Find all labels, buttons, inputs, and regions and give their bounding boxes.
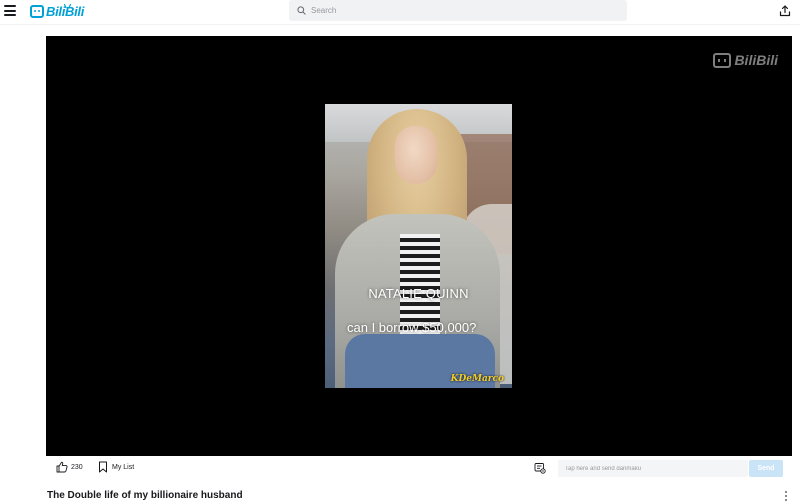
share-icon[interactable] xyxy=(779,5,791,17)
my-list-label: My List xyxy=(112,463,135,471)
frame-face xyxy=(395,126,437,184)
menu-icon[interactable] xyxy=(4,5,16,17)
watermark-text: BiliBili xyxy=(734,52,778,68)
video-player[interactable]: BiliBili NATALIE QUINN can I borrow $50,… xyxy=(46,36,792,456)
tv-icon xyxy=(30,5,44,18)
subtitle-name: NATALIE QUINN xyxy=(368,286,469,301)
like-button[interactable]: 230 xyxy=(56,461,83,473)
thumbs-up-icon xyxy=(56,461,68,473)
search-icon xyxy=(297,6,306,15)
bookmark-icon xyxy=(99,461,107,473)
frame-striped-shirt xyxy=(400,234,440,334)
danmaku-input[interactable] xyxy=(558,460,748,477)
top-header: BiliBili xyxy=(0,0,800,25)
watermark-tv-icon xyxy=(713,52,732,68)
player-watermark: BiliBili xyxy=(713,52,778,68)
video-title: The Double life of my billionaire husban… xyxy=(47,490,243,501)
subtitle-line: can I borrow $50,000? xyxy=(347,320,477,335)
logo-ears-icon xyxy=(63,4,72,8)
video-frame[interactable]: NATALIE QUINN can I borrow $50,000? KDeM… xyxy=(325,104,512,388)
send-button[interactable]: Send xyxy=(749,460,783,477)
bilibili-logo[interactable]: BiliBili xyxy=(30,3,84,20)
action-bar: 230 My List Send xyxy=(46,456,792,480)
channel-watermark: KDeMarco xyxy=(450,374,504,384)
like-count: 230 xyxy=(71,463,83,471)
my-list-button[interactable]: My List xyxy=(98,461,134,473)
danmaku-settings-icon[interactable] xyxy=(534,462,546,474)
search-input[interactable] xyxy=(311,6,611,15)
more-options-icon[interactable] xyxy=(783,491,789,502)
search-bar[interactable] xyxy=(289,0,627,21)
